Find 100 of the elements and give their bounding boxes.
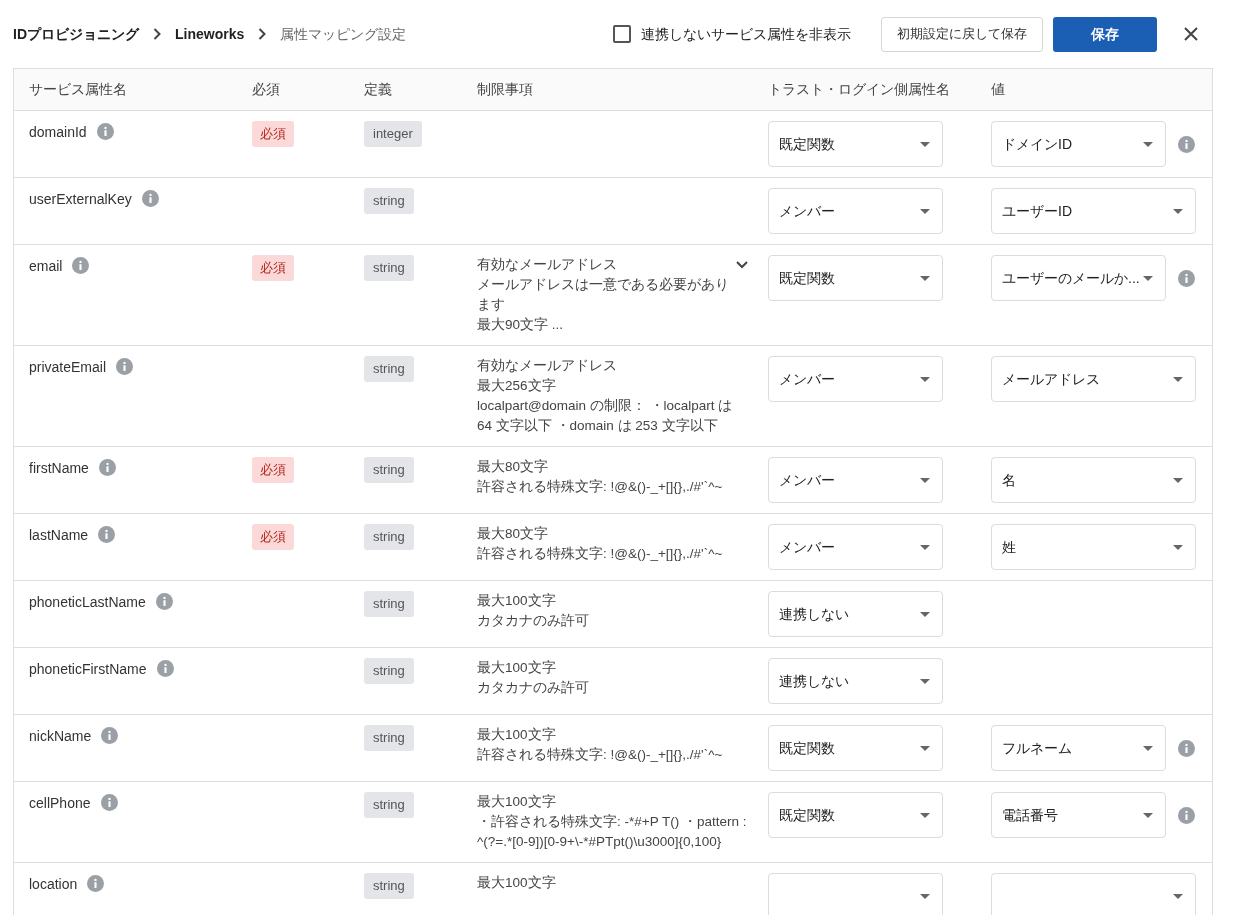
chevron-right-icon bbox=[258, 28, 267, 40]
caret-icon bbox=[1173, 208, 1183, 214]
column-header: サービス属性名 bbox=[28, 80, 128, 99]
column-header: 値 bbox=[991, 80, 1005, 99]
dropdown-select[interactable]: メンバー bbox=[768, 457, 943, 503]
required-badge: 必須 bbox=[252, 524, 294, 550]
info-icon[interactable] bbox=[100, 794, 118, 811]
info-icon[interactable] bbox=[155, 593, 173, 610]
caret-icon bbox=[920, 275, 930, 281]
info-icon[interactable] bbox=[116, 358, 134, 375]
type-badge: string bbox=[364, 658, 414, 684]
dropdown-select[interactable]: メンバー bbox=[768, 524, 943, 570]
type-badge: string bbox=[364, 873, 414, 899]
type-badge: string bbox=[364, 725, 414, 751]
caret-icon bbox=[1173, 376, 1183, 382]
dropdown-select[interactable]: フルネーム bbox=[991, 725, 1166, 771]
type-badge: string bbox=[364, 792, 414, 818]
attribute-name: nickName bbox=[29, 727, 92, 746]
type-badge: string bbox=[364, 591, 414, 617]
dropdown-select[interactable]: 既定関数 bbox=[768, 121, 943, 167]
info-icon[interactable] bbox=[1178, 806, 1195, 824]
required-badge: 必須 bbox=[252, 457, 294, 483]
breadcrumb-item[interactable]: IDプロビジョニング bbox=[13, 23, 139, 45]
dropdown-select[interactable]: ユーザーID bbox=[991, 188, 1196, 234]
type-badge: string bbox=[364, 188, 414, 214]
restriction-text: 最大100文字 bbox=[477, 874, 557, 892]
caret-icon bbox=[1143, 745, 1153, 751]
attribute-name: domainId bbox=[29, 123, 87, 142]
attribute-name: phoneticFirstName bbox=[29, 660, 147, 679]
column-header: 定義 bbox=[364, 80, 393, 99]
restriction-text: 最大90文字 ... bbox=[477, 316, 565, 334]
restriction-text: ・許容される特殊文字: -*#+P T() ・pattern : ^(?=.*[0-9])[0-9+\-*#PTpt()\u3000]{0,100} bbox=[477, 813, 748, 851]
caret-icon bbox=[920, 141, 930, 147]
attribute-name: cellPhone bbox=[29, 794, 91, 813]
attribute-name: email bbox=[29, 257, 63, 276]
dropdown-select[interactable]: 既定関数 bbox=[768, 725, 943, 771]
restriction-text: メールアドレスは一意である必要があります bbox=[477, 276, 730, 314]
required-badge: 必須 bbox=[252, 121, 294, 147]
attribute-name: userExternalKey bbox=[29, 190, 132, 209]
dropdown-select[interactable]: メンバー bbox=[768, 356, 943, 402]
restriction-text: カタカナのみ許可 bbox=[477, 679, 590, 697]
dropdown-select[interactable]: ドメインID bbox=[991, 121, 1166, 167]
save-button[interactable]: 保存 bbox=[1053, 16, 1157, 52]
dropdown-select[interactable]: 姓 bbox=[991, 524, 1196, 570]
checkbox[interactable] bbox=[613, 25, 631, 43]
dropdown-select[interactable]: 連携しない bbox=[768, 591, 943, 637]
dropdown-select[interactable]: メンバー bbox=[768, 188, 943, 234]
attribute-name: location bbox=[29, 875, 78, 894]
restriction-text: localpart@domain の制限： ・localpart は 64 文字以下 ・domain は 253 文字以下 bbox=[477, 397, 734, 435]
dropdown-select[interactable]: 連携しない bbox=[768, 658, 943, 704]
column-header: 必須 bbox=[252, 80, 281, 99]
caret-icon bbox=[920, 893, 930, 899]
breadcrumb-item[interactable]: Lineworks bbox=[175, 23, 245, 45]
caret-icon bbox=[920, 376, 930, 382]
info-icon[interactable] bbox=[156, 660, 174, 677]
dropdown-select[interactable]: 既定関数 bbox=[768, 792, 943, 838]
caret-icon bbox=[920, 745, 930, 751]
info-icon[interactable] bbox=[72, 257, 90, 274]
info-icon[interactable] bbox=[1178, 269, 1195, 287]
restriction-text: 有効なメールアドレス bbox=[477, 357, 618, 375]
dropdown-select[interactable]: 電話番号 bbox=[991, 792, 1166, 838]
info-icon[interactable] bbox=[87, 875, 105, 892]
caret-icon bbox=[920, 812, 930, 818]
restriction-text: 最大100文字 bbox=[477, 659, 557, 677]
column-header: トラスト・ログイン側属性名 bbox=[768, 80, 951, 99]
checkbox-label: 連携しないサービス属性を非表示 bbox=[641, 24, 851, 44]
dropdown-select[interactable] bbox=[768, 873, 943, 915]
restriction-text: カタカナのみ許可 bbox=[477, 612, 590, 630]
caret-icon bbox=[1143, 275, 1153, 281]
info-icon[interactable] bbox=[96, 123, 114, 140]
restriction-text: 有効なメールアドレス bbox=[477, 256, 618, 274]
type-badge: string bbox=[364, 457, 414, 483]
attribute-name: phoneticLastName bbox=[29, 593, 146, 612]
info-icon[interactable] bbox=[98, 459, 116, 476]
info-icon[interactable] bbox=[1178, 135, 1195, 153]
info-icon[interactable] bbox=[1178, 739, 1195, 757]
column-header: 制限事項 bbox=[477, 80, 534, 99]
caret-icon bbox=[920, 611, 930, 617]
info-icon[interactable] bbox=[98, 526, 116, 543]
caret-icon bbox=[1173, 477, 1183, 483]
restriction-text: 許容される特殊文字: !@&()-_+[]{},./#'`^~ bbox=[477, 478, 724, 496]
dropdown-select[interactable]: メールアドレス bbox=[991, 356, 1196, 402]
dropdown-select[interactable]: 名 bbox=[991, 457, 1196, 503]
chevron-right-icon bbox=[153, 28, 161, 40]
info-icon[interactable] bbox=[141, 190, 159, 207]
attribute-name: lastName bbox=[29, 526, 89, 545]
breadcrumb-item: 属性マッピング設定 bbox=[280, 24, 407, 44]
dropdown-select[interactable] bbox=[991, 873, 1196, 915]
dropdown-select[interactable]: ユーザーのメールか... bbox=[991, 255, 1166, 301]
restriction-text: 最大100文字 bbox=[477, 592, 557, 610]
chevron-down-icon[interactable] bbox=[736, 261, 748, 269]
reset-button[interactable]: 初期設定に戻して保存 bbox=[881, 16, 1043, 52]
dropdown-select[interactable]: 既定関数 bbox=[768, 255, 943, 301]
caret-icon bbox=[1143, 141, 1153, 147]
restriction-text: 最大256文字 bbox=[477, 377, 557, 395]
caret-icon bbox=[1173, 893, 1183, 899]
info-icon[interactable] bbox=[101, 727, 119, 744]
caret-icon bbox=[1173, 544, 1183, 550]
close-icon[interactable] bbox=[1183, 26, 1199, 42]
required-badge: 必須 bbox=[252, 255, 294, 281]
